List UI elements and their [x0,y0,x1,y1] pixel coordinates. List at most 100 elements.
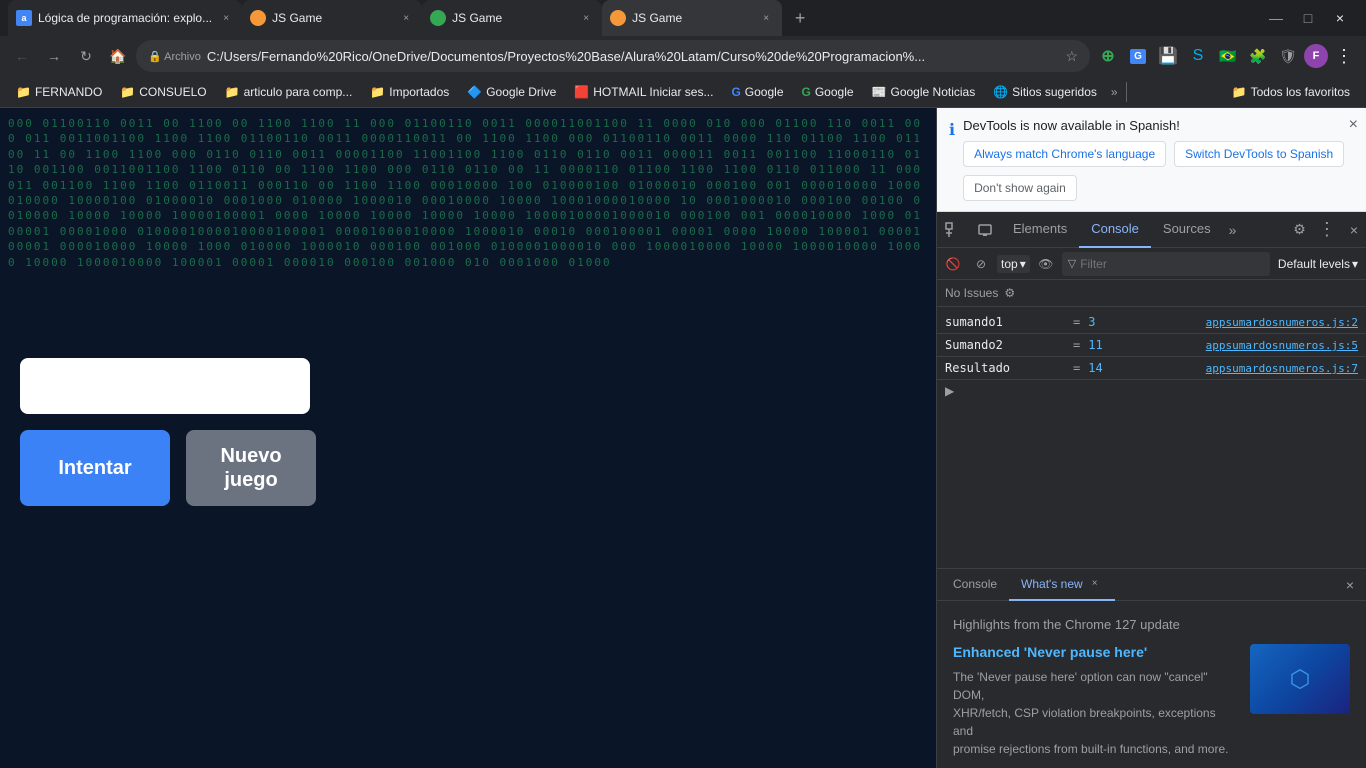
no-issues-label: No Issues [945,286,998,300]
bottom-tab-console-label: Console [953,577,997,591]
bookmark-star-icon[interactable]: ☆ [1065,48,1078,65]
devtools-toolbar: Elements Console Sources » ⚙ ⋮ × [937,212,1366,248]
bookmark-fernando[interactable]: 📁 FERNANDO [8,81,110,103]
always-match-button[interactable]: Always match Chrome's language [963,141,1166,167]
console-toolbar: 🚫 ⊘ top ▾ 👁 ▽ Default levels ▾ [937,248,1366,280]
devtools-banner: ℹ DevTools is now available in Spanish! … [937,108,1366,212]
tab-3-close[interactable]: × [578,10,594,26]
context-selector[interactable]: top ▾ [997,255,1030,273]
console-key-3: Resultado [945,361,1065,375]
archivo-label: 🔒 Archivo [148,50,201,63]
tab-elements[interactable]: Elements [1001,212,1079,248]
inspect-element-button[interactable] [937,212,969,248]
console-expand-arrow[interactable]: ▶ [937,380,1366,402]
console-file-2[interactable]: appsumardosnumeros.js:5 [1206,339,1358,352]
save-icon[interactable]: 💾 [1154,42,1182,70]
dont-show-button[interactable]: Don't show again [963,175,1077,201]
bookmark-googlenoticias[interactable]: 📰 Google Noticias [864,81,984,103]
console-val-2: 11 [1088,338,1205,352]
puzzle-icon[interactable]: 🧩 [1244,42,1272,70]
vpn-icon[interactable]: 🛡 [1274,42,1302,70]
bookmark-all-button[interactable]: 📁 Todos los favoritos [1224,81,1358,103]
bottom-tab-console[interactable]: Console [941,569,1009,601]
bookmark-googledrive[interactable]: 🔷 Google Drive [459,81,564,103]
forward-button[interactable]: → [40,42,68,70]
bookmark-hotmail-label: HOTMAIL Iniciar ses... [593,85,713,99]
bottom-panel-close-button[interactable]: × [1338,577,1362,593]
window-controls: — □ × [1262,4,1358,32]
bookmark-googledrive-label: Google Drive [486,85,556,99]
tab-1[interactable]: a Lógica de programación: explo... × [8,0,242,36]
console-file-3[interactable]: appsumardosnumeros.js:7 [1206,362,1358,375]
tab-2[interactable]: JS Game × [242,0,422,36]
nuevo-line1: Nuevo [220,445,281,467]
bottom-tab-whatsnew-close[interactable]: × [1087,576,1103,592]
menu-icon[interactable]: ⋮ [1330,42,1358,70]
intentar-button[interactable]: Intentar [20,430,170,506]
bookmark-google1[interactable]: G Google [723,81,791,103]
game-buttons: Intentar Nuevo juego [20,430,316,506]
eye-icon[interactable]: 👁 [1034,252,1058,276]
bookmark-articulo[interactable]: 📁 articulo para comp... [217,81,361,103]
tab-sources[interactable]: Sources [1151,212,1223,248]
switch-devtools-button[interactable]: Switch DevTools to Spanish [1174,141,1344,167]
bookmark-hotmail[interactable]: 🟥 HOTMAIL Iniciar ses... [566,81,721,103]
skype-icon[interactable]: S [1184,42,1212,70]
filter-input[interactable] [1080,257,1264,271]
url-bar[interactable]: 🔒 Archivo C:/Users/Fernando%20Rico/OneDr… [136,40,1090,72]
device-toolbar-button[interactable] [969,212,1001,248]
devtools-more-tabs-button[interactable]: » [1223,222,1243,238]
profile-avatar[interactable]: F [1304,44,1328,68]
tab-3-favicon [430,10,446,26]
console-eq-2: = [1065,338,1088,352]
devtools-menu-button[interactable]: ⋮ [1312,219,1342,240]
bookmark-importados[interactable]: 📁 Importados [362,81,457,103]
console-clear-button[interactable]: 🚫 [941,252,965,276]
bottom-tab-whatsnew[interactable]: What's new × [1009,569,1115,601]
game-ui: Intentar Nuevo juego [0,108,336,526]
tab-console-label: Console [1091,221,1139,236]
nuevo-juego-button[interactable]: Nuevo juego [186,430,316,506]
close-button[interactable]: × [1326,4,1354,32]
home-button[interactable]: 🏠 [104,42,132,70]
bookmark-hotmail-icon: 🟥 [574,85,589,99]
nuevo-line2: juego [224,469,277,491]
tab-1-close[interactable]: × [218,10,234,26]
maximize-button[interactable]: □ [1294,4,1322,32]
bookmark-consuelo[interactable]: 📁 CONSUELO [112,81,214,103]
tab-2-close[interactable]: × [398,10,414,26]
tab-4[interactable]: JS Game × [602,0,782,36]
browser-chrome: a Lógica de programación: explo... × JS … [0,0,1366,108]
minimize-button[interactable]: — [1262,4,1290,32]
tab-console[interactable]: Console [1079,212,1151,248]
console-eq-3: = [1065,361,1088,375]
banner-buttons: Always match Chrome's language Switch De… [963,141,1354,201]
console-eq-1: = [1065,315,1088,329]
new-tab-button[interactable]: + [786,4,814,32]
console-line-3: Resultado = 14 appsumardosnumeros.js:7 [937,357,1366,380]
game-area: 000 01100110 0011 00 1100 00 1100 1100 1… [0,108,936,768]
bookmark-articulo-icon: 📁 [225,85,240,99]
console-val-3: 14 [1088,361,1205,375]
bookmark-google2[interactable]: G Google [794,81,862,103]
devtools-bottom-panel: Console What's new × × Highlights from t… [937,568,1366,768]
extensions-icon[interactable]: ⊕ [1094,42,1122,70]
banner-title: DevTools is now available in Spanish! [963,118,1354,133]
brazil-icon[interactable]: 🇧🇷 [1214,42,1242,70]
console-file-1[interactable]: appsumardosnumeros.js:2 [1206,316,1358,329]
translate-icon[interactable]: G [1124,42,1152,70]
devtools-close-button[interactable]: × [1342,222,1366,238]
issues-settings-icon[interactable]: ⚙ [1004,286,1015,300]
refresh-button[interactable]: ↻ [72,42,100,70]
devtools-settings-button[interactable]: ⚙ [1287,221,1312,238]
banner-close-button[interactable]: × [1349,116,1358,134]
filter-area[interactable]: ▽ [1062,252,1270,276]
back-button[interactable]: ← [8,42,36,70]
default-levels-selector[interactable]: Default levels ▾ [1274,255,1362,273]
bookmark-sitios[interactable]: 🌐 Sitios sugeridos [985,81,1105,103]
tab-3[interactable]: JS Game × [422,0,602,36]
console-filter-toggle[interactable]: ⊘ [969,252,993,276]
bookmark-fernando-icon: 📁 [16,85,31,99]
tab-4-close[interactable]: × [758,10,774,26]
bookmarks-more-button[interactable]: » [1107,81,1122,103]
